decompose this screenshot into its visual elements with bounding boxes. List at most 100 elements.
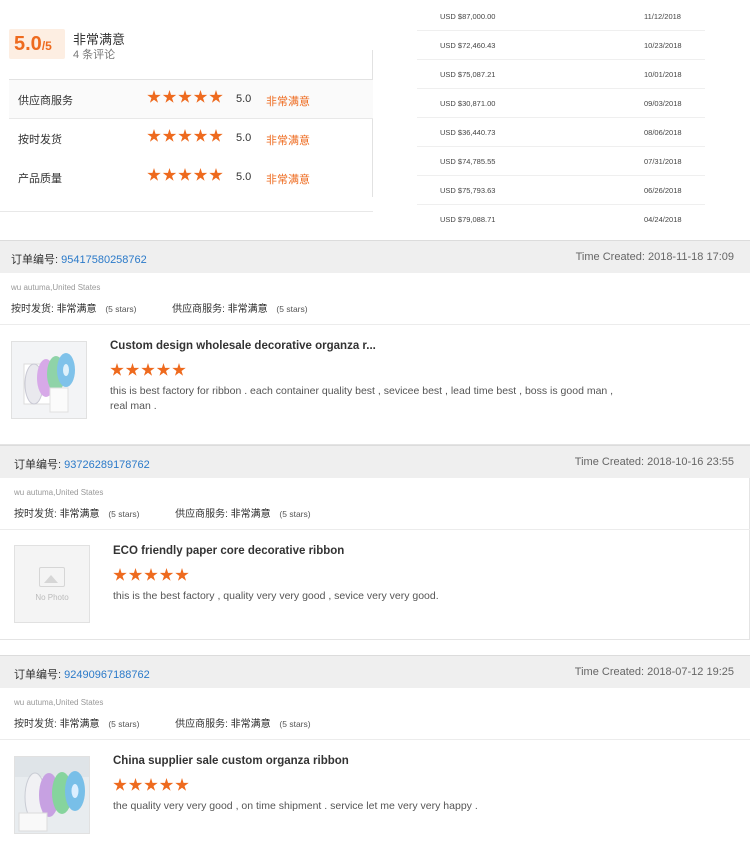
review-stars [110, 363, 188, 382]
order-number-label-text: 订单编号: [14, 459, 62, 471]
transaction-row: USD $74,785.55 07/31/2018 [417, 147, 705, 176]
rating-stars [147, 90, 225, 109]
service-stars: (5 stars) [276, 304, 308, 314]
rating-row-product-quality: 产品质量 5.0 非常满意 [9, 158, 373, 197]
order-number-label-text: 订单编号: [11, 254, 59, 266]
order-number-link[interactable]: 93726289178762 [64, 459, 150, 471]
rating-stars [147, 129, 225, 148]
order-number-label: 订单编号: 93726289178762 [14, 456, 150, 472]
star-icon [147, 90, 161, 103]
transaction-row: USD $72,460.43 10/23/2018 [417, 31, 705, 60]
transaction-amount: USD $75,087.21 [440, 70, 496, 79]
transaction-row: USD $36,440.73 08/06/2018 [417, 118, 705, 147]
product-title[interactable]: Custom design wholesale decorative organ… [110, 340, 376, 352]
overall-score-denominator: /5 [41, 39, 52, 53]
star-icon [193, 168, 208, 181]
buyer-name: wu autuma,United States [14, 698, 104, 707]
order-header: 订单编号: 95417580258762 Time Created: 2018-… [0, 240, 750, 273]
review-comment: this is best factory for ribbon . each c… [110, 385, 614, 412]
rating-stars [147, 168, 225, 187]
transaction-row: USD $87,000.00 11/12/2018 [417, 2, 705, 31]
delivery-stars: (5 stars) [108, 719, 140, 729]
order-review-card: 订单编号: 95417580258762 Time Created: 2018-… [0, 240, 750, 445]
rating-summary: 5.0/5 非常满意 4 条评论 供应商服务 5.0 非常满意 按时发货 5.0… [0, 0, 373, 212]
rating-text: 非常满意 [266, 135, 310, 147]
delivery-stars: (5 stars) [105, 304, 137, 314]
service-value: 非常满意 [227, 304, 268, 315]
delivery-value: 非常满意 [59, 719, 100, 730]
order-sub-ratings: 按时发货: 非常满意 (5 stars) 供应商服务: 非常满意 (5 star… [11, 300, 308, 315]
ribbon-rolls-image [15, 757, 89, 833]
star-icon [113, 778, 127, 791]
order-number-link[interactable]: 92490967188762 [64, 669, 150, 681]
service-stars: (5 stars) [279, 719, 311, 729]
transaction-date: 06/26/2018 [644, 186, 682, 195]
star-icon [110, 363, 124, 376]
product-thumbnail[interactable] [11, 341, 87, 419]
delivery-stars: (5 stars) [108, 509, 140, 519]
time-created: Time Created: 2018-10-16 23:55 [574, 456, 734, 468]
service-label: 供应商服务: [175, 509, 228, 520]
star-icon [162, 168, 177, 181]
star-icon [147, 168, 161, 181]
order-review-card: 订单编号: 92490967188762 Time Created: 2018-… [0, 655, 750, 846]
rating-value: 5.0 [236, 93, 252, 105]
star-icon [159, 778, 174, 791]
delivery-label: 按时发货: [14, 719, 57, 730]
review-stars [113, 568, 191, 587]
transaction-date: 07/31/2018 [644, 157, 682, 166]
order-header: 订单编号: 93726289178762 Time Created: 2018-… [0, 445, 750, 478]
order-number-label: 订单编号: 92490967188762 [14, 666, 150, 682]
transaction-amount: USD $79,088.71 [440, 215, 496, 224]
star-icon [162, 90, 177, 103]
time-created: Time Created: 2018-07-12 19:25 [574, 666, 734, 678]
transaction-amount: USD $30,871.00 [440, 99, 496, 108]
transaction-date: 10/01/2018 [644, 70, 682, 79]
star-icon [175, 778, 189, 791]
star-icon [159, 568, 174, 581]
rating-row-on-time-delivery: 按时发货 5.0 非常满意 [9, 119, 373, 158]
order-sub-ratings: 按时发货: 非常满意 (5 stars) 供应商服务: 非常满意 (5 star… [14, 505, 311, 520]
order-number-label-text: 订单编号: [14, 669, 62, 681]
service-stars: (5 stars) [279, 509, 311, 519]
star-icon [162, 129, 177, 142]
rating-breakdown-table: 供应商服务 5.0 非常满意 按时发货 5.0 非常满意 产品质量 5.0 非常… [9, 50, 373, 197]
star-icon [156, 363, 171, 376]
transaction-amount: USD $87,000.00 [440, 12, 496, 21]
product-title[interactable]: ECO friendly paper core decorative ribbo… [113, 545, 344, 557]
rating-value: 5.0 [236, 132, 252, 144]
rating-row-supplier-service: 供应商服务 5.0 非常满意 [9, 80, 373, 119]
no-photo-placeholder[interactable]: No Photo [14, 545, 90, 623]
rating-text: 非常满意 [266, 174, 310, 186]
product-thumbnail[interactable] [14, 756, 90, 834]
delivery-label: 按时发货: [11, 304, 54, 315]
star-icon [147, 129, 161, 142]
delivery-value: 非常满意 [56, 304, 97, 315]
rating-label: 供应商服务 [18, 95, 73, 107]
review-comment: the quality very very good , on time shi… [113, 800, 478, 812]
rating-text: 非常满意 [266, 96, 310, 108]
transaction-row: USD $30,871.00 09/03/2018 [417, 89, 705, 118]
rating-label: 产品质量 [18, 173, 62, 185]
delivery-value: 非常满意 [59, 509, 100, 520]
star-icon [172, 363, 186, 376]
ribbon-rolls-image [12, 342, 86, 418]
transaction-date: 10/23/2018 [644, 41, 682, 50]
transaction-row: USD $75,793.63 06/26/2018 [417, 176, 705, 205]
star-icon [175, 568, 189, 581]
order-sub-ratings: 按时发货: 非常满意 (5 stars) 供应商服务: 非常满意 (5 star… [14, 715, 311, 730]
transaction-date: 11/12/2018 [644, 12, 681, 21]
star-icon [193, 129, 208, 142]
buyer-name: wu autuma,United States [11, 283, 101, 292]
product-title[interactable]: China supplier sale custom organza ribbo… [113, 755, 349, 767]
star-icon [178, 168, 192, 181]
rating-value: 5.0 [236, 171, 252, 183]
review-comment: this is the best factory , quality very … [113, 590, 439, 602]
transaction-amount: USD $75,793.63 [440, 186, 496, 195]
order-number-link[interactable]: 95417580258762 [61, 254, 147, 266]
rating-label: 按时发货 [18, 134, 62, 146]
transaction-amount: USD $36,440.73 [440, 128, 496, 137]
transaction-date: 09/03/2018 [644, 99, 682, 108]
service-label: 供应商服务: [175, 719, 228, 730]
order-number-label: 订单编号: 95417580258762 [11, 251, 147, 267]
